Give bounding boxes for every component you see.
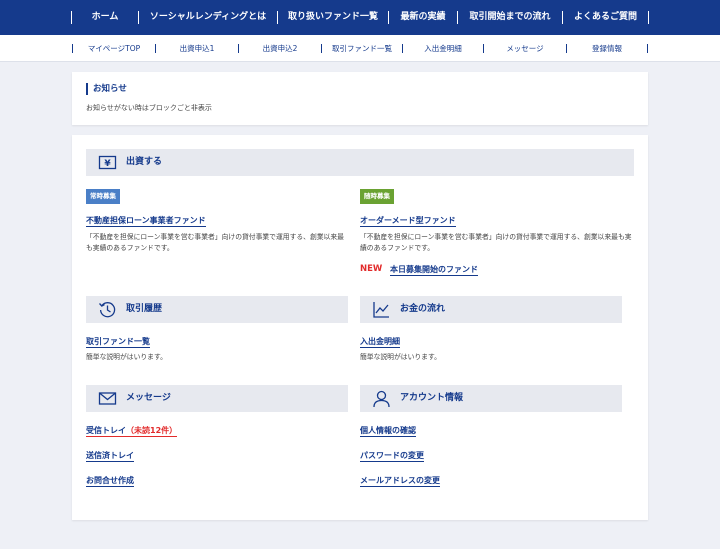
subnav-separator [647,44,648,53]
trade-fund-list-link[interactable]: 取引ファンド一覧 [86,336,150,348]
change-email-link[interactable]: メールアドレスの変更 [360,475,440,487]
deposit-withdrawal-link[interactable]: 入出金明細 [360,336,400,348]
nav-getting-started[interactable]: 取引開始までの流れ [458,0,562,35]
invest-section-header: ¥ 出資する [86,149,634,176]
invest-heading: 出資する [126,157,163,167]
nav-faq[interactable]: よくあるご質問 [563,0,648,35]
history-section-header: 取引履歴 [86,296,348,323]
money-flow-section-header: お金の流れ [360,296,622,323]
history-clock-icon [99,302,116,318]
deposit-withdrawal-desc: 簡単な説明がはいります。 [360,353,441,361]
subnav-trade-funds[interactable]: 取引ファンド一覧 [322,35,402,62]
yen-icon: ¥ [98,155,117,170]
subnav-apply-2[interactable]: 出資申込2 [239,35,321,62]
inbox-label: 受信トレイ [86,426,126,435]
notice-card: お知らせ お知らせがない時はブロックごと非表示 [72,72,648,125]
history-heading: 取引履歴 [126,304,163,314]
real-estate-loan-fund-desc: 「不動産を担保にローン事業を営む事業者」向けの貸付事業で運用する、創業以来最も実… [86,233,344,252]
sent-box-link[interactable]: 送信済トレイ [86,450,134,462]
account-section-header: アカウント情報 [360,385,622,412]
subnav-registration[interactable]: 登録情報 [567,35,647,62]
subnav-apply-1[interactable]: 出資申込1 [156,35,238,62]
message-heading: メッセージ [126,393,171,403]
svg-text:¥: ¥ [104,159,111,169]
custom-fund-link[interactable]: オーダーメード型ファンド [360,215,456,227]
create-inquiry-link[interactable]: お問合せ作成 [86,475,134,487]
nav-latest-results[interactable]: 最新の実績 [389,0,457,35]
nav-about-social-lending[interactable]: ソーシャルレンディングとは [139,0,277,35]
user-icon [373,390,390,408]
custom-fund-desc: 「不動産を担保にローン事業を営む事業者」向けの貸付事業で運用する、創業以来最も実… [360,233,632,252]
mypage-nav: マイページTOP 出資申込1 出資申込2 取引ファンド一覧 入出金明細 メッセー… [0,35,720,62]
real-estate-loan-fund-link[interactable]: 不動産担保ローン事業者ファンド [86,215,206,227]
line-chart-icon [373,302,389,318]
nav-separator [648,11,649,24]
todays-new-funds-link[interactable]: 本日募集開始のファンド [390,264,478,276]
subnav-messages[interactable]: メッセージ [484,35,566,62]
nav-fund-list[interactable]: 取り扱いファンド一覧 [278,0,388,35]
subnav-deposit-withdrawal[interactable]: 入出金明細 [403,35,483,62]
message-section-header: メッセージ [86,385,348,412]
mypage-menu-card: ¥ 出資する 常時募集 不動産担保ローン事業者ファンド 「不動産を担保にローン事… [72,135,648,520]
always-open-badge: 常時募集 [86,189,120,204]
trade-fund-list-desc: 簡単な説明がはいります。 [86,353,167,361]
subnav-mypage-top[interactable]: マイページTOP [73,35,155,62]
nav-home[interactable]: ホーム [72,0,138,35]
personal-info-link[interactable]: 個人情報の確認 [360,425,416,437]
change-password-link[interactable]: パスワードの変更 [360,450,424,462]
occasional-badge: 随時募集 [360,189,394,204]
money-flow-heading: お金の流れ [400,304,446,314]
unread-count: （未読12件） [126,426,178,435]
new-label: NEW [360,264,383,274]
envelope-icon [98,392,117,405]
notice-title: お知らせ [86,83,127,95]
account-heading: アカウント情報 [400,393,464,403]
notice-body: お知らせがない時はブロックごと非表示 [86,104,212,112]
global-nav: ホーム ソーシャルレンディングとは 取り扱いファンド一覧 最新の実績 取引開始ま… [0,0,720,35]
inbox-link[interactable]: 受信トレイ（未読12件） [86,425,178,437]
